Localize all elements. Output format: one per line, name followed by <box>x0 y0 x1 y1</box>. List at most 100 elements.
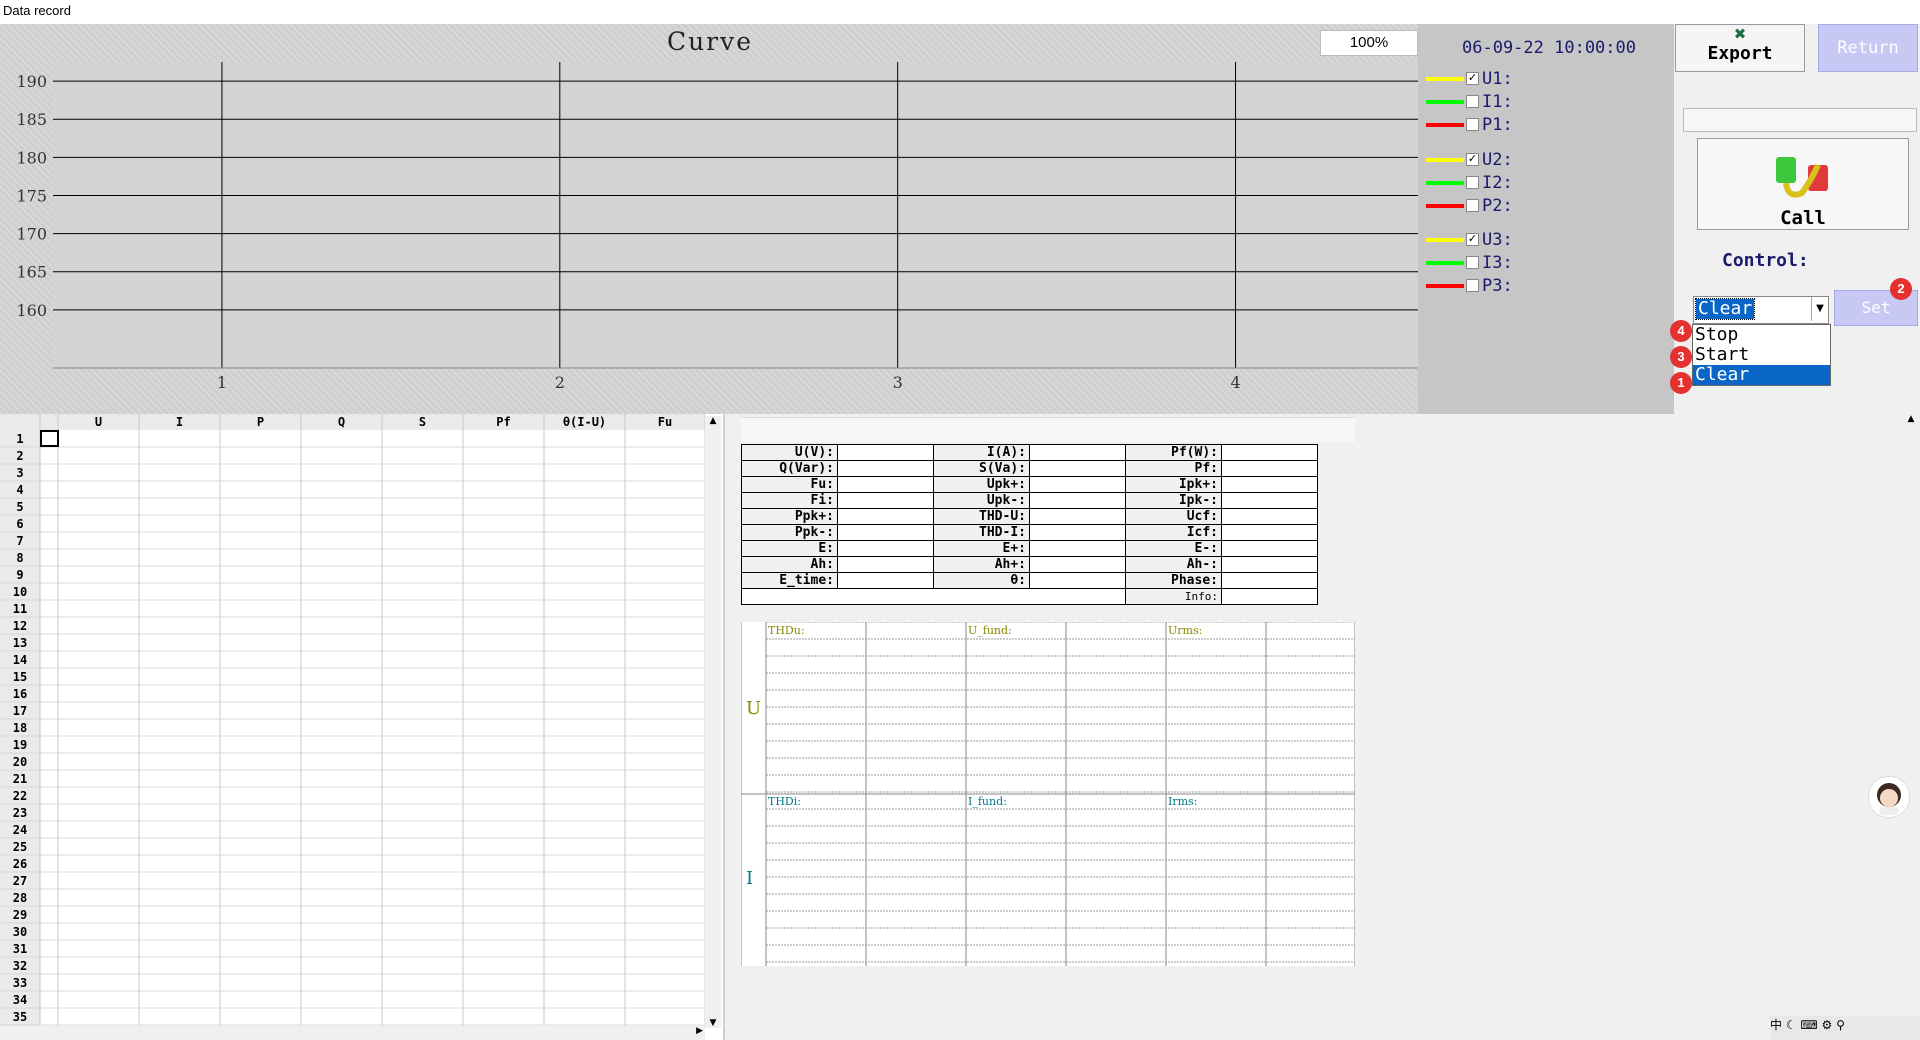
measurement-label: θ: <box>933 572 1030 589</box>
grid-row-header[interactable]: 11 <box>13 602 27 616</box>
grid-row-header[interactable]: 27 <box>13 874 27 888</box>
control-select[interactable]: Clear ▼ <box>1693 296 1829 324</box>
grid-column-header[interactable]: P <box>257 415 264 429</box>
legend-label: P1: <box>1482 115 1513 135</box>
return-button[interactable]: Return <box>1818 24 1918 72</box>
legend-item[interactable]: P1: <box>1426 115 1546 135</box>
grid-row-header[interactable]: 12 <box>13 619 27 633</box>
grid-row-header[interactable]: 18 <box>13 721 27 735</box>
measurement-row: Ppk+: THD-U: Ucf: <box>741 508 1318 525</box>
legend-checkbox[interactable] <box>1466 118 1479 131</box>
zoom-field[interactable]: 100% <box>1320 30 1418 56</box>
grid-row-header[interactable]: 31 <box>13 942 27 956</box>
legend-item[interactable]: I1: <box>1426 92 1546 112</box>
grid-row-header[interactable]: 7 <box>16 534 23 548</box>
legend-item[interactable]: I2: <box>1426 173 1546 193</box>
status-input[interactable] <box>1683 108 1917 132</box>
grid-column-header[interactable]: Q <box>338 415 345 429</box>
grid-row-header[interactable]: 24 <box>13 823 27 837</box>
grid-row-header[interactable]: 22 <box>13 789 27 803</box>
grid-row-header[interactable]: 6 <box>16 517 23 531</box>
dropdown-option-start[interactable]: Start <box>1693 345 1830 365</box>
grid-column-header[interactable]: U <box>95 415 102 429</box>
dropdown-option-stop[interactable]: Stop <box>1693 325 1830 345</box>
grid-row-header[interactable]: 19 <box>13 738 27 752</box>
call-button[interactable]: Call <box>1697 138 1909 230</box>
legend-checkbox[interactable] <box>1466 95 1479 108</box>
legend-checkbox[interactable] <box>1466 199 1479 212</box>
export-button[interactable]: ✖ Export <box>1675 24 1805 72</box>
legend-item[interactable]: ✓ U3: <box>1426 230 1546 250</box>
grid-row-header[interactable]: 29 <box>13 908 27 922</box>
grid-column-header[interactable]: Pf <box>496 415 510 429</box>
scroll-down-icon[interactable]: ▼ <box>705 1018 721 1028</box>
grid-row-header[interactable]: 21 <box>13 772 27 786</box>
info-label: Info: <box>1125 588 1222 605</box>
timestamp: 06-09-22 10:00:00 <box>1462 38 1636 58</box>
grid-row-header[interactable]: 16 <box>13 687 27 701</box>
y-tick-label: 190 <box>16 72 47 91</box>
grid-column-header[interactable]: Fu <box>658 415 672 429</box>
ime-icon[interactable]: 中 ☾ ⌨ ⚙ ⚲ <box>1770 1018 1845 1032</box>
grid-row-header[interactable]: 35 <box>13 1010 27 1024</box>
measurement-row: U(V): I(A): Pf(W): <box>741 444 1318 461</box>
grid-column-header[interactable]: I <box>176 415 183 429</box>
grid-row-header[interactable]: 28 <box>13 891 27 905</box>
legend-checkbox[interactable] <box>1466 279 1479 292</box>
grid-row-header[interactable]: 5 <box>16 500 23 514</box>
legend-checkbox[interactable]: ✓ <box>1466 72 1479 85</box>
info-spacer <box>741 588 1126 605</box>
grid-row-header[interactable]: 14 <box>13 653 27 667</box>
measurement-label: Ucf: <box>1125 508 1222 525</box>
legend-item[interactable]: ✓ U2: <box>1426 150 1546 170</box>
measurement-value <box>837 476 934 493</box>
grid-row-header[interactable]: 17 <box>13 704 27 718</box>
scroll-up-icon[interactable]: ▲ <box>1902 414 1920 444</box>
legend-checkbox[interactable] <box>1466 256 1479 269</box>
grid-row-header[interactable]: 26 <box>13 857 27 871</box>
legend-checkbox[interactable]: ✓ <box>1466 153 1479 166</box>
grid-row-header[interactable]: 10 <box>13 585 27 599</box>
grid-row-header[interactable]: 25 <box>13 840 27 854</box>
excel-icon: ✖ <box>1733 25 1747 43</box>
grid-row-header[interactable]: 34 <box>13 993 27 1007</box>
grid-column-header[interactable]: θ(I-U) <box>563 415 606 429</box>
scroll-right-icon[interactable]: ▶ <box>696 1026 703 1036</box>
grid-row-header[interactable]: 9 <box>16 568 23 582</box>
grid-row-header[interactable]: 2 <box>16 449 23 463</box>
grid-row-header[interactable]: 20 <box>13 755 27 769</box>
grid-row-header[interactable]: 4 <box>16 483 23 497</box>
scroll-up-icon[interactable]: ▲ <box>705 416 721 426</box>
grid-row-header[interactable]: 1 <box>16 432 23 446</box>
legend-color-swatch <box>1426 284 1464 288</box>
measurement-value <box>1221 556 1318 573</box>
legend-checkbox[interactable] <box>1466 176 1479 189</box>
grid-row-header[interactable]: 30 <box>13 925 27 939</box>
legend-checkbox[interactable]: ✓ <box>1466 233 1479 246</box>
grid-column-header[interactable]: S <box>419 415 426 429</box>
grid-row-header[interactable]: 33 <box>13 976 27 990</box>
grid-vertical-scrollbar[interactable]: ▲ ▼ <box>705 416 721 1028</box>
legend-item[interactable]: P3: <box>1426 276 1546 296</box>
grid-row-header[interactable]: 3 <box>16 466 23 480</box>
grid-row-header[interactable]: 13 <box>13 636 27 650</box>
grid-row-header[interactable]: 15 <box>13 670 27 684</box>
grid-horizontal-scrollbar[interactable]: ▶ <box>0 1026 705 1040</box>
measurement-label: E_time: <box>741 572 838 589</box>
grid-row-header[interactable]: 32 <box>13 959 27 973</box>
legend-item[interactable]: P2: <box>1426 196 1546 216</box>
measurement-value <box>1221 444 1318 461</box>
dropdown-option-clear[interactable]: Clear <box>1693 365 1830 385</box>
grid-row-header[interactable]: 8 <box>16 551 23 565</box>
measurement-header-strip <box>741 417 1355 442</box>
legend-item[interactable]: ✓ U1: <box>1426 69 1546 89</box>
legend-item[interactable]: I3: <box>1426 253 1546 273</box>
chevron-down-icon[interactable]: ▼ <box>1811 297 1828 321</box>
grid-row-header[interactable]: 23 <box>13 806 27 820</box>
measurement-value <box>1221 540 1318 557</box>
harmonic-column-label: Irms: <box>1168 795 1198 808</box>
grid-selected-cell[interactable] <box>40 430 59 447</box>
measurement-row: Ah: Ah+: Ah-: <box>741 556 1318 573</box>
export-label: Export <box>1707 43 1773 64</box>
assistant-avatar-icon[interactable] <box>1868 776 1910 818</box>
